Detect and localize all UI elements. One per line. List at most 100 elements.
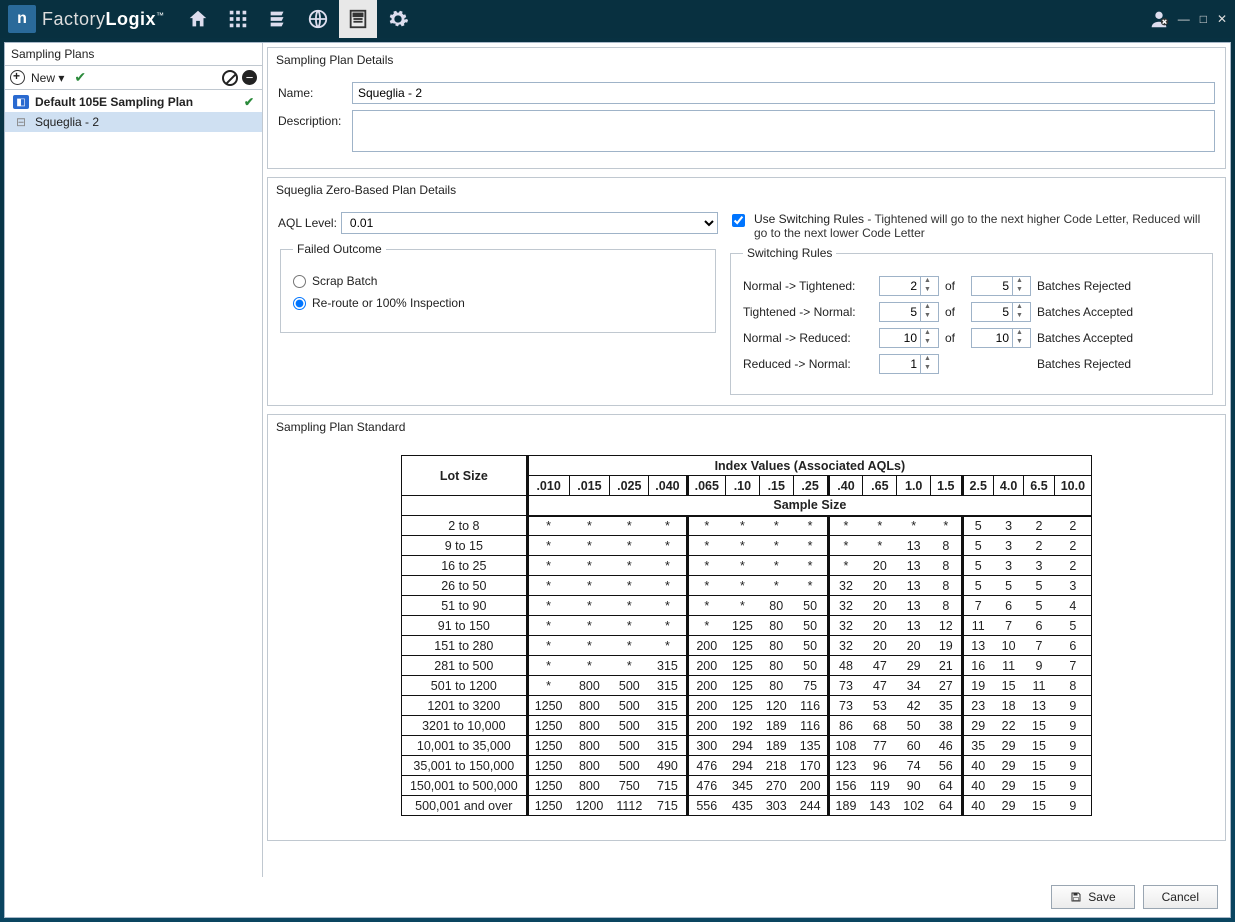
user-icon[interactable]: [1140, 0, 1178, 38]
value-cell: 11: [993, 656, 1023, 676]
spinner[interactable]: ▲▼: [971, 328, 1031, 348]
value-cell: 2: [1024, 536, 1054, 556]
value-cell: 715: [649, 776, 687, 796]
value-cell: 8: [1054, 676, 1091, 696]
value-cell: *: [687, 616, 725, 636]
new-button[interactable]: New ▾: [31, 71, 64, 85]
plan-item-label: Default 105E Sampling Plan: [35, 95, 238, 109]
lot-cell: 9 to 15: [401, 536, 527, 556]
value-cell: 40: [962, 796, 993, 816]
value-cell: 77: [863, 736, 897, 756]
spinner[interactable]: ▲▼: [879, 328, 939, 348]
value-cell: 294: [725, 736, 759, 756]
desc-input[interactable]: [352, 110, 1215, 152]
plan-item-icon: ⊟: [13, 115, 29, 129]
value-cell: *: [649, 616, 687, 636]
aql-col-header: 1.5: [931, 476, 962, 496]
rule-tail: Batches Rejected: [1037, 279, 1200, 293]
name-input[interactable]: [352, 82, 1215, 104]
desc-label: Description:: [278, 110, 352, 128]
value-cell: *: [687, 516, 725, 536]
value-cell: *: [649, 576, 687, 596]
value-cell: *: [569, 596, 610, 616]
scrap-radio[interactable]: [293, 275, 306, 288]
gear-icon[interactable]: [379, 0, 417, 38]
value-cell: 9: [1054, 736, 1091, 756]
reroute-radio[interactable]: [293, 297, 306, 310]
aql-col-header: .010: [527, 476, 569, 496]
ban-icon[interactable]: [222, 70, 238, 86]
plan-item[interactable]: ⊟ Squeglia - 2: [5, 112, 262, 132]
value-cell: 80: [759, 596, 793, 616]
value-cell: 8: [931, 596, 962, 616]
value-cell: 64: [931, 796, 962, 816]
value-cell: 5: [1024, 576, 1054, 596]
value-cell: 192: [725, 716, 759, 736]
spinner[interactable]: ▲▼: [879, 354, 939, 374]
maximize-button[interactable]: □: [1200, 12, 1207, 26]
value-cell: 11: [962, 616, 993, 636]
value-cell: 800: [569, 716, 610, 736]
globe-icon[interactable]: [299, 0, 337, 38]
value-cell: *: [897, 516, 931, 536]
value-cell: 3: [993, 536, 1023, 556]
value-cell: 32: [828, 596, 863, 616]
close-button[interactable]: ✕: [1217, 12, 1227, 26]
aql-select[interactable]: 0.01: [341, 212, 718, 234]
value-cell: 15: [1024, 756, 1054, 776]
plus-icon[interactable]: [10, 70, 25, 85]
value-cell: 32: [828, 636, 863, 656]
spinner[interactable]: ▲▼: [971, 276, 1031, 296]
plan-item[interactable]: ◧ Default 105E Sampling Plan ✔: [5, 92, 262, 112]
aql-col-header: .15: [759, 476, 793, 496]
value-cell: 123: [828, 756, 863, 776]
remove-icon[interactable]: −: [242, 70, 257, 85]
value-cell: 13: [1024, 696, 1054, 716]
value-cell: 15: [1024, 716, 1054, 736]
value-cell: 19: [931, 636, 962, 656]
grid-icon[interactable]: [219, 0, 257, 38]
aql-label: AQL Level:: [278, 216, 337, 230]
spinner[interactable]: ▲▼: [879, 302, 939, 322]
value-cell: 170: [793, 756, 828, 776]
value-cell: *: [527, 636, 569, 656]
value-cell: *: [793, 556, 828, 576]
value-cell: 20: [863, 556, 897, 576]
lot-cell: 26 to 50: [401, 576, 527, 596]
value-cell: 125: [725, 616, 759, 636]
value-cell: *: [527, 676, 569, 696]
page-icon[interactable]: [339, 0, 377, 38]
sidebar: Sampling Plans New ▾ ✔ − ◧ Default 105E …: [5, 43, 263, 877]
save-button[interactable]: Save: [1051, 885, 1134, 909]
aql-col-header: 1.0: [897, 476, 931, 496]
brand-bold: Logix: [106, 9, 157, 29]
value-cell: 9: [1054, 756, 1091, 776]
value-cell: 800: [569, 676, 610, 696]
value-cell: 556: [687, 796, 725, 816]
switching-rules-group: Switching Rules Normal -> Tightened: ▲▼ …: [730, 246, 1213, 395]
minimize-button[interactable]: —: [1178, 12, 1190, 26]
scrap-label: Scrap Batch: [312, 274, 377, 288]
spinner[interactable]: ▲▼: [971, 302, 1031, 322]
check-icon[interactable]: ✔: [74, 69, 86, 86]
value-cell: 15: [1024, 796, 1054, 816]
value-cell: 303: [759, 796, 793, 816]
value-cell: 125: [725, 656, 759, 676]
cancel-button[interactable]: Cancel: [1143, 885, 1218, 909]
spinner[interactable]: ▲▼: [879, 276, 939, 296]
value-cell: 4: [1054, 596, 1091, 616]
value-cell: 476: [687, 756, 725, 776]
value-cell: 47: [863, 656, 897, 676]
value-cell: *: [828, 536, 863, 556]
value-cell: *: [527, 596, 569, 616]
value-cell: 73: [828, 696, 863, 716]
value-cell: *: [863, 536, 897, 556]
use-switching-checkbox[interactable]: [732, 214, 745, 227]
value-cell: *: [649, 596, 687, 616]
rule-label: Reduced -> Normal:: [743, 357, 873, 371]
app-logo: n: [8, 5, 36, 33]
home-icon[interactable]: [179, 0, 217, 38]
stack-icon[interactable]: [259, 0, 297, 38]
value-cell: 5: [962, 556, 993, 576]
value-cell: 2: [1024, 516, 1054, 536]
